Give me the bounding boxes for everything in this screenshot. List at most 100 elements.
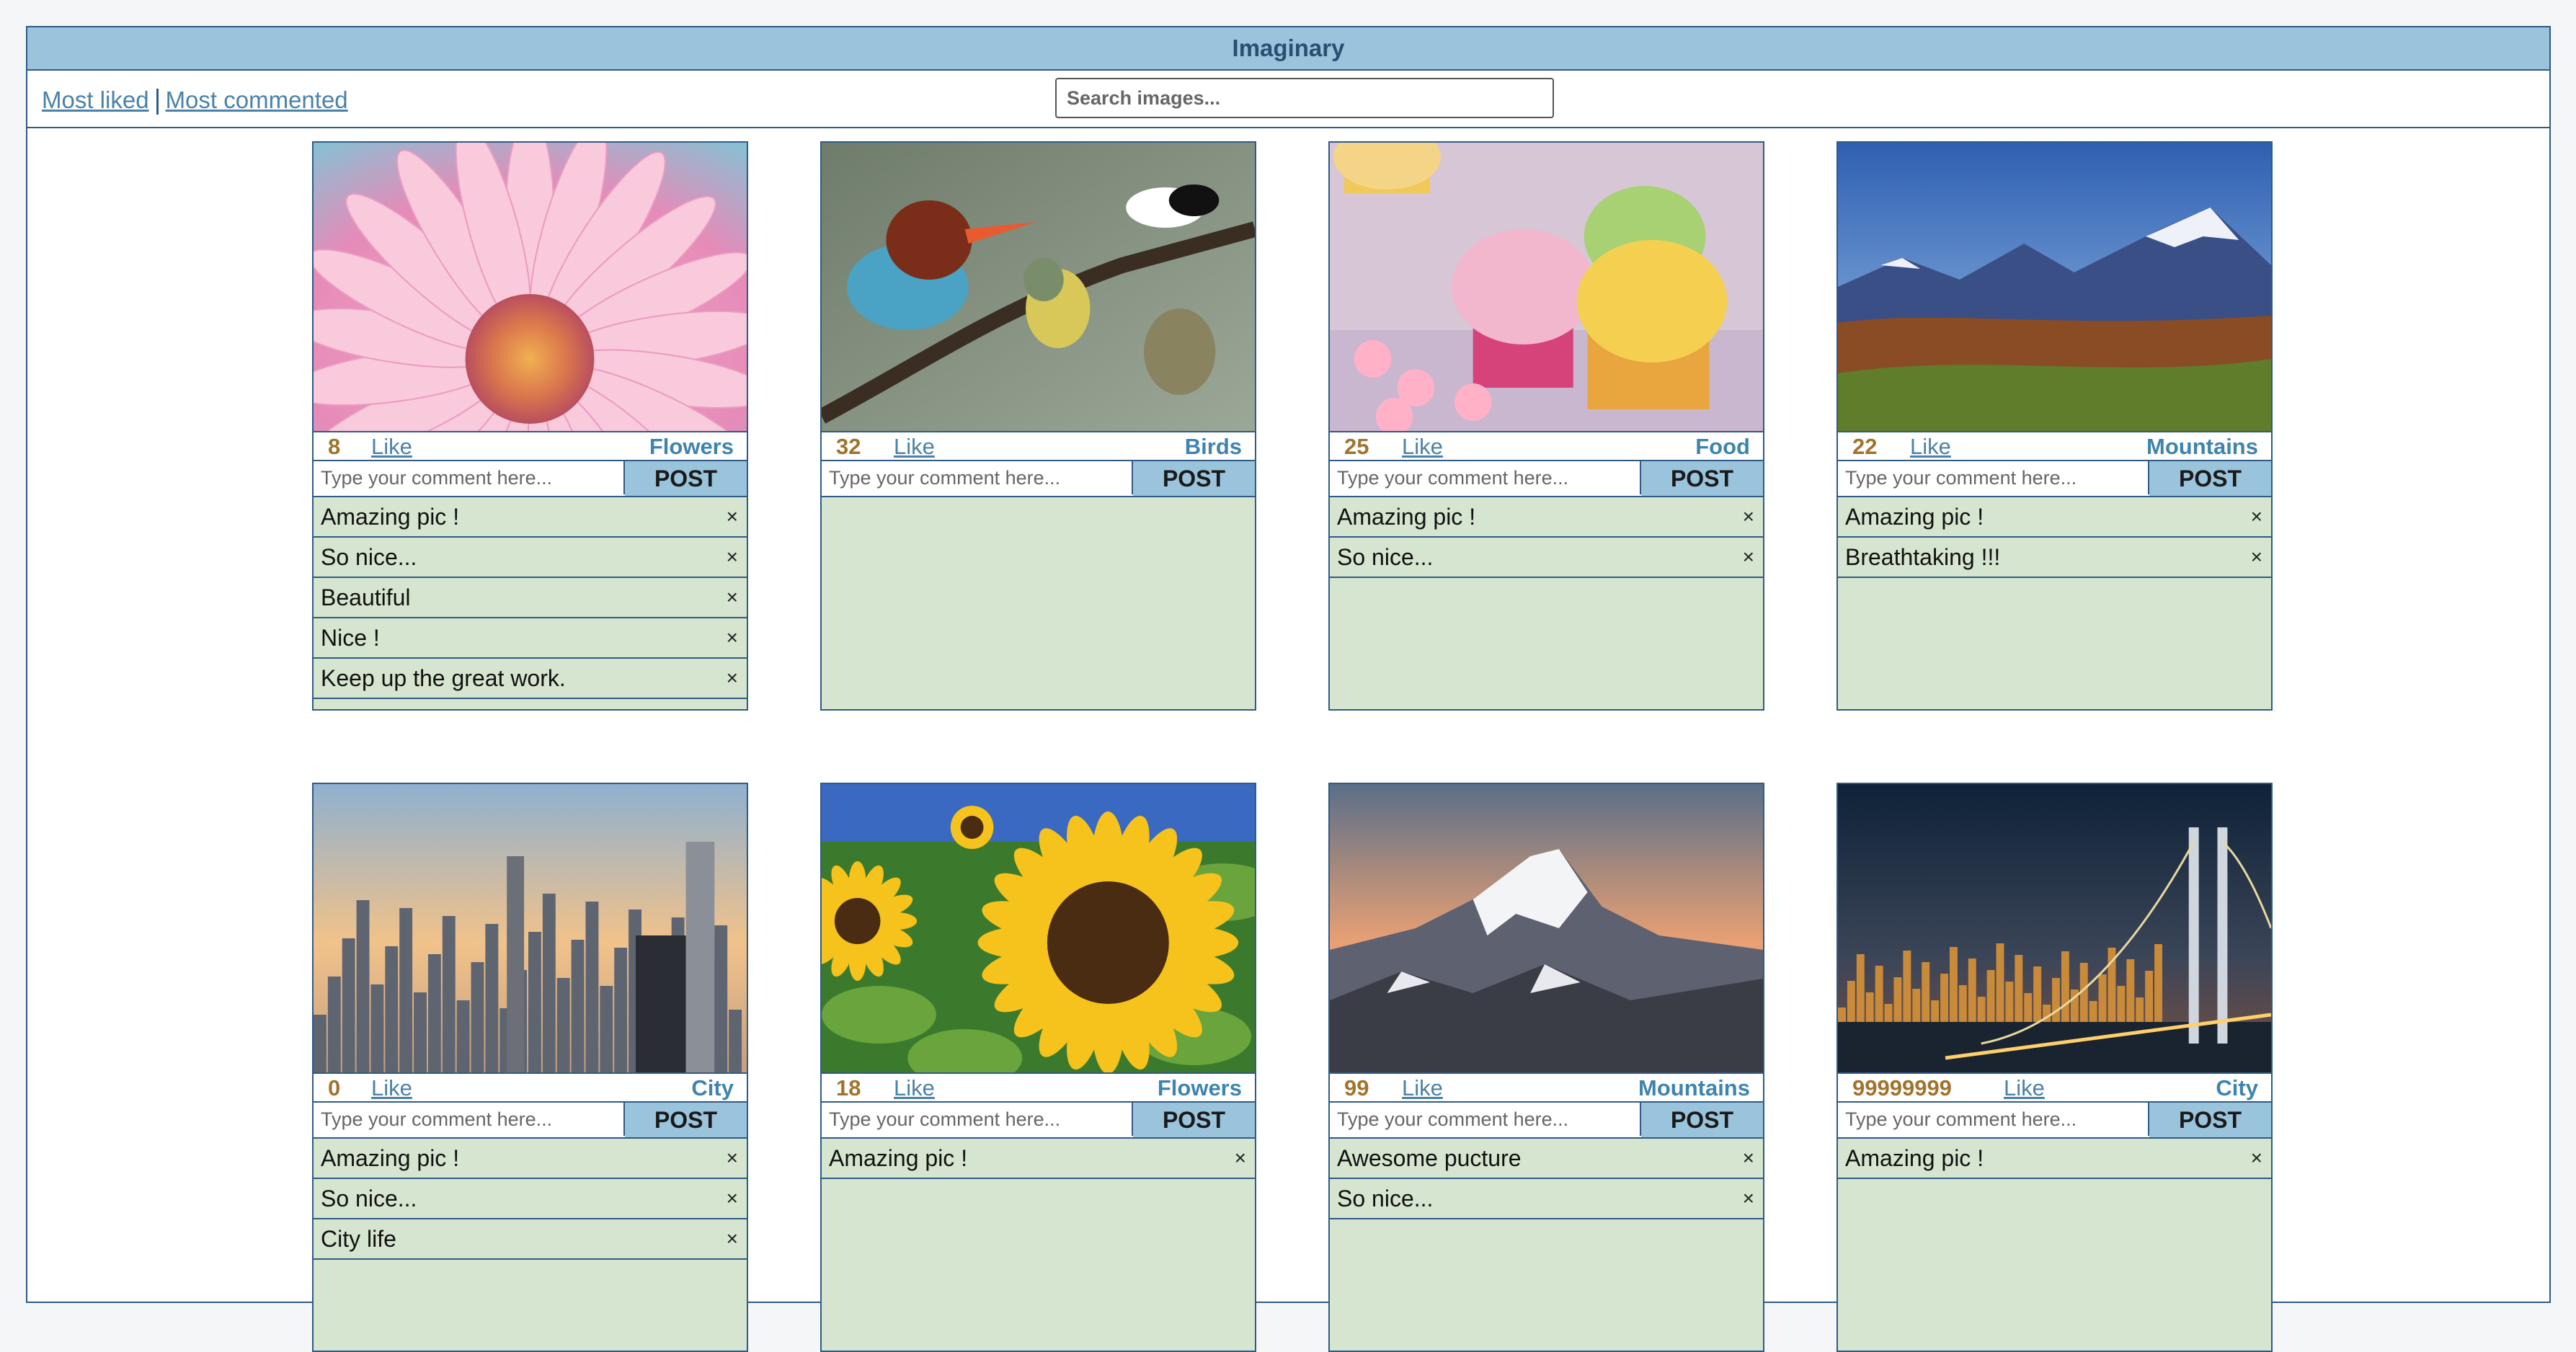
comment-text: Amazing pic !: [1337, 503, 1476, 530]
image-card: 18 Like Flowers POST Amazing pic ! ×: [820, 783, 1256, 1352]
like-button[interactable]: Like: [1910, 434, 1951, 460]
like-button[interactable]: Like: [1402, 1075, 1443, 1101]
delete-comment-icon[interactable]: ×: [2251, 546, 2262, 569]
image-card: 99999999 Like City POST Amazing pic ! ×: [1836, 783, 2273, 1352]
comment-text: Amazing pic !: [321, 503, 460, 530]
post-button[interactable]: POST: [625, 461, 747, 496]
comment-text: Beautiful: [321, 584, 411, 610]
post-button[interactable]: POST: [1133, 461, 1255, 496]
comment-input[interactable]: [1838, 461, 2149, 494]
comment-form: POST: [1330, 1103, 1763, 1139]
comment-input[interactable]: [822, 1103, 1133, 1136]
card-meta: 99 Like Mountains: [1330, 1074, 1763, 1103]
bridge-night-photo[interactable]: [1838, 784, 2271, 1074]
most-commented-link[interactable]: Most commented: [166, 86, 348, 113]
comment-input[interactable]: [1330, 461, 1641, 494]
delete-comment-icon[interactable]: ×: [727, 505, 738, 528]
delete-comment-icon[interactable]: ×: [727, 626, 738, 649]
comment-text: Nice !: [321, 624, 380, 651]
comment-form: POST: [1838, 1103, 2271, 1139]
delete-comment-icon[interactable]: ×: [727, 1227, 738, 1250]
comment-input[interactable]: [314, 461, 625, 494]
mountain-landscape-photo[interactable]: [1838, 143, 2271, 432]
comment-text: Amazing pic !: [1845, 1144, 1984, 1171]
like-count: 25: [1344, 434, 1369, 459]
like-button[interactable]: Like: [1402, 434, 1443, 460]
delete-comment-icon[interactable]: ×: [727, 1187, 738, 1210]
like-button[interactable]: Like: [894, 434, 935, 460]
card-meta: 18 Like Flowers: [822, 1074, 1255, 1103]
pink-daisy-photo[interactable]: [314, 143, 747, 432]
post-button[interactable]: POST: [2149, 1103, 2271, 1137]
comment-text: So nice...: [1337, 1185, 1434, 1211]
delete-comment-icon[interactable]: ×: [727, 546, 738, 569]
delete-comment-icon[interactable]: ×: [2251, 505, 2262, 528]
delete-comment-icon[interactable]: ×: [1743, 1187, 1754, 1210]
comment-input[interactable]: [1330, 1103, 1641, 1136]
most-liked-link[interactable]: Most liked: [42, 86, 149, 113]
delete-comment-icon[interactable]: ×: [727, 586, 738, 609]
like-count: 99: [1344, 1075, 1369, 1100]
image-card: 0 Like City POST Amazing pic ! × So nice…: [312, 783, 748, 1352]
post-button[interactable]: POST: [1641, 461, 1763, 496]
card-meta: 25 Like Food: [1330, 432, 1763, 461]
comment-item: So nice... ×: [314, 1179, 747, 1219]
delete-comment-icon[interactable]: ×: [1235, 1147, 1246, 1170]
comment-item: Amazing pic ! ×: [314, 1139, 747, 1179]
category-label: Flowers: [1157, 1075, 1242, 1100]
comment-text: Breathtaking !!!: [1845, 543, 2001, 570]
comment-text: Amazing pic !: [321, 1144, 460, 1171]
comment-item: Amazing pic ! ×: [1838, 497, 2271, 538]
comment-item: So nice... ×: [1330, 1179, 1763, 1219]
comment-item: City life ×: [314, 1219, 747, 1260]
delete-comment-icon[interactable]: ×: [1743, 546, 1754, 569]
comment-text: Awesome pucture: [1337, 1144, 1522, 1171]
sunflowers-photo[interactable]: [822, 784, 1255, 1074]
image-card: 99 Like Mountains POST Awesome pucture ×…: [1328, 783, 1764, 1352]
comment-text: Amazing pic !: [829, 1144, 968, 1171]
comment-input[interactable]: [314, 1103, 625, 1136]
category-label: Mountains: [1638, 1075, 1750, 1100]
image-card: 22 Like Mountains POST Amazing pic ! × B…: [1836, 141, 2273, 711]
image-card: 8 Like Flowers POST Amazing pic ! × So n…: [312, 141, 748, 711]
like-count: 18: [836, 1075, 861, 1100]
cupcakes-photo[interactable]: [1330, 143, 1763, 432]
delete-comment-icon[interactable]: ×: [2251, 1147, 2262, 1170]
card-meta: 32 Like Birds: [822, 432, 1255, 461]
delete-comment-icon[interactable]: ×: [727, 1147, 738, 1170]
like-button[interactable]: Like: [2004, 1075, 2045, 1101]
card-meta: 22 Like Mountains: [1838, 432, 2271, 461]
like-count: 22: [1852, 434, 1878, 459]
city-skyline-photo[interactable]: [314, 784, 747, 1074]
comment-input[interactable]: [1838, 1103, 2149, 1136]
post-button[interactable]: POST: [1133, 1103, 1255, 1137]
title-bar: Imaginary: [27, 27, 2549, 71]
category-label: Birds: [1184, 434, 1242, 459]
comment-text: So nice...: [321, 1185, 417, 1211]
category-label: City: [2216, 1075, 2258, 1100]
delete-comment-icon[interactable]: ×: [1743, 1147, 1754, 1170]
image-card: 25 Like Food POST Amazing pic ! × So nic…: [1328, 141, 1764, 711]
comment-item: Amazing pic ! ×: [822, 1139, 1255, 1179]
like-count: 99999999: [1852, 1075, 1952, 1100]
comment-input[interactable]: [822, 461, 1133, 494]
snowy-peak-photo[interactable]: [1330, 784, 1763, 1074]
delete-comment-icon[interactable]: ×: [727, 667, 738, 690]
birds-on-branch-photo[interactable]: [822, 143, 1255, 432]
like-count: 8: [328, 434, 341, 459]
delete-comment-icon[interactable]: ×: [1743, 505, 1754, 528]
like-button[interactable]: Like: [894, 1075, 935, 1101]
comment-item: Breathtaking !!! ×: [1838, 538, 2271, 578]
post-button[interactable]: POST: [1641, 1103, 1763, 1137]
like-count: 0: [328, 1075, 341, 1100]
category-label: Food: [1695, 434, 1750, 459]
comment-text: City life: [321, 1225, 396, 1252]
comment-text: So nice...: [1337, 543, 1434, 570]
like-button[interactable]: Like: [371, 1075, 412, 1101]
search-input[interactable]: [1055, 78, 1554, 118]
comment-text: Amazing pic !: [1845, 503, 1984, 530]
like-button[interactable]: Like: [371, 434, 412, 460]
post-button[interactable]: POST: [625, 1103, 747, 1137]
post-button[interactable]: POST: [2149, 461, 2271, 496]
comment-item: So nice... ×: [1330, 538, 1763, 578]
